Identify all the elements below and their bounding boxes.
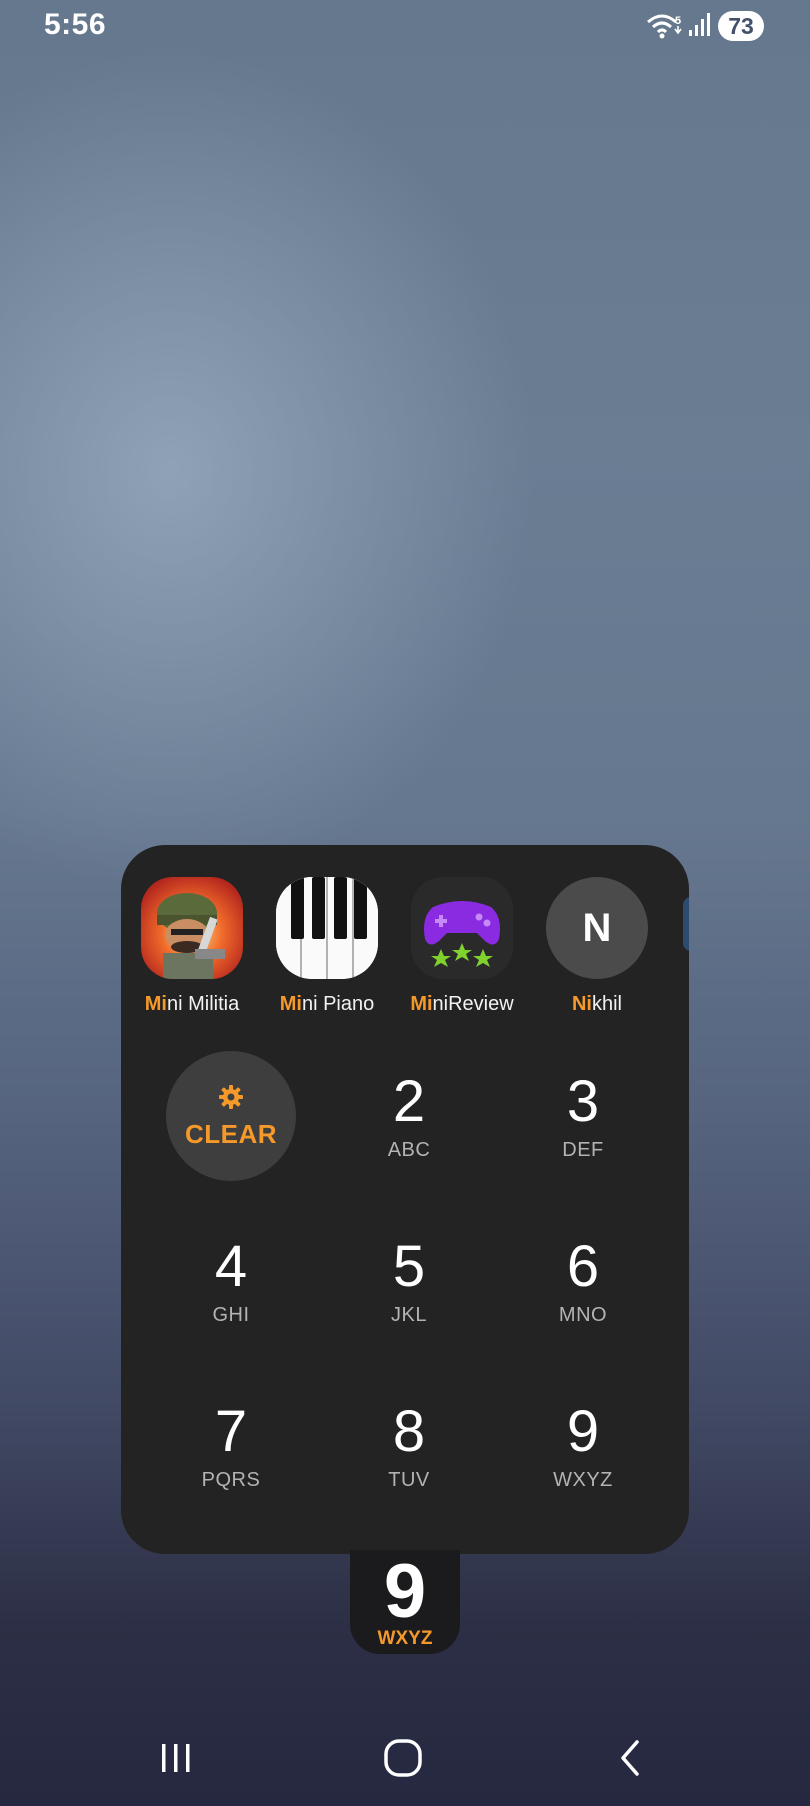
search-result-app[interactable]: MiniReview bbox=[402, 845, 522, 1016]
key-9[interactable]: 9 WXYZ bbox=[508, 1401, 658, 1531]
key-3[interactable]: 3 DEF bbox=[508, 1071, 658, 1201]
signal-icon bbox=[688, 12, 712, 43]
status-time: 5:56 bbox=[44, 8, 107, 41]
gear-icon bbox=[218, 1084, 244, 1115]
next-result-peek bbox=[683, 897, 689, 951]
key-5[interactable]: 5 JKL bbox=[334, 1236, 484, 1366]
result-label: Mini Militia bbox=[144, 993, 240, 1015]
wifi-badge: 5 bbox=[675, 15, 681, 27]
result-label: MiniReview bbox=[410, 993, 514, 1015]
search-result-contact[interactable]: N Nikhil bbox=[537, 845, 657, 1016]
key-8[interactable]: 8 TUV bbox=[334, 1401, 484, 1531]
mini-militia-icon bbox=[141, 877, 243, 979]
battery-level: 73 bbox=[728, 12, 754, 39]
result-label: Mini Piano bbox=[279, 993, 375, 1015]
t9-search-panel: Mini Militia Mini Piano MiniReview N Nik… bbox=[121, 845, 689, 1554]
status-bar: 5:56 5 73 bbox=[0, 0, 810, 56]
back-icon[interactable] bbox=[600, 1738, 660, 1778]
pressed-key-preview: 9 WXYZ bbox=[350, 1550, 460, 1654]
search-result-app[interactable]: Mini Militia bbox=[132, 845, 252, 1016]
clear-label: CLEAR bbox=[184, 1119, 278, 1149]
key-2[interactable]: 2 ABC bbox=[334, 1071, 484, 1201]
battery-icon: 73 bbox=[718, 11, 764, 41]
key-6[interactable]: 6 MNO bbox=[508, 1236, 658, 1366]
contact-avatar: N bbox=[546, 877, 648, 979]
gamepad-icon bbox=[411, 877, 513, 979]
search-result-app[interactable]: Mini Piano bbox=[267, 845, 387, 1016]
recents-icon[interactable] bbox=[146, 1738, 206, 1778]
home-icon[interactable] bbox=[373, 1738, 433, 1778]
result-label: Nikhil bbox=[571, 993, 622, 1015]
navigation-bar bbox=[0, 1700, 810, 1806]
key-7[interactable]: 7 PQRS bbox=[156, 1401, 306, 1531]
key-4[interactable]: 4 GHI bbox=[156, 1236, 306, 1366]
clear-button[interactable]: CLEAR bbox=[166, 1051, 296, 1181]
piano-icon bbox=[276, 877, 378, 979]
wifi-icon: 5 bbox=[646, 12, 682, 45]
